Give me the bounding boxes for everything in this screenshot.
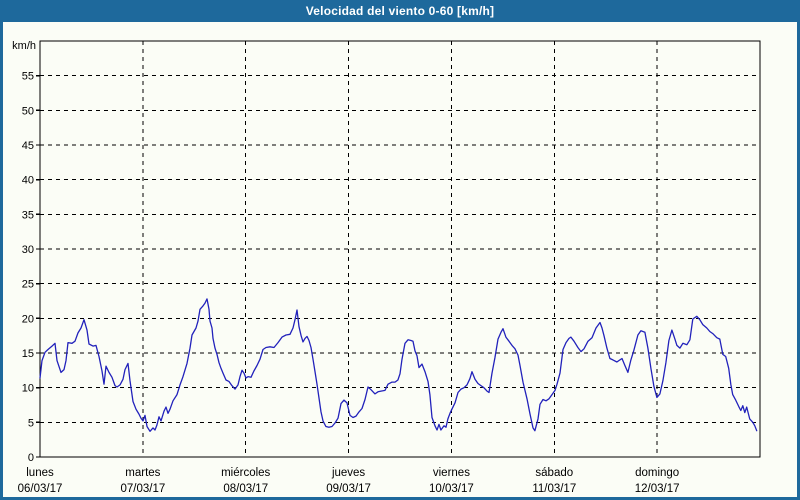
- y-tick-label-25: 25: [22, 279, 34, 291]
- date-label-0: 06/03/17: [18, 483, 63, 495]
- y-tick-label-40: 40: [22, 175, 34, 187]
- date-label-5: 11/03/17: [532, 483, 576, 495]
- day-label-martes: martes: [125, 467, 160, 479]
- date-label-6: 12/03/17: [635, 483, 680, 495]
- wind-speed-chart: 0 5 10 15 20 25 30 35 40 45 50 55 km/h lunes 06/03/17 m…: [12, 40, 761, 495]
- day-label-lunes: lunes: [26, 467, 54, 479]
- chart-content: 0 5 10 15 20 25 30 35 40 45 50 55 km/h lunes 06/03/17 m…: [3, 22, 797, 497]
- date-label-3: 09/03/17: [326, 483, 371, 495]
- y-tick-label-10: 10: [22, 383, 34, 395]
- date-label-4: 10/03/17: [429, 483, 474, 495]
- date-label-1: 07/03/17: [120, 483, 165, 495]
- chart-title: Velocidad del viento 0-60 [km/h]: [305, 4, 495, 18]
- y-tick-label-5: 5: [28, 417, 34, 429]
- y-tick-label-35: 35: [22, 209, 34, 221]
- day-label-viernes: viernes: [433, 467, 470, 479]
- y-tick-label-50: 50: [22, 105, 34, 117]
- chart-window: Velocidad del viento 0-60 [km/h] 0 5 10 15 2…: [0, 0, 800, 500]
- day-label-miércoles: miércoles: [221, 467, 270, 479]
- y-axis-unit-label: km/h: [12, 40, 36, 52]
- day-label-sábado: sábado: [535, 467, 573, 479]
- day-label-jueves: jueves: [331, 467, 365, 479]
- title-bar: Velocidad del viento 0-60 [km/h]: [0, 0, 800, 22]
- y-tick-label-30: 30: [22, 244, 34, 256]
- date-label-2: 08/03/17: [223, 483, 268, 495]
- y-tick-label-55: 55: [22, 71, 34, 83]
- day-label-domingo: domingo: [635, 467, 679, 479]
- y-tick-label-45: 45: [22, 140, 34, 152]
- y-tick-label-15: 15: [22, 348, 34, 360]
- y-tick-label-0: 0: [28, 452, 34, 464]
- y-tick-label-20: 20: [22, 313, 34, 325]
